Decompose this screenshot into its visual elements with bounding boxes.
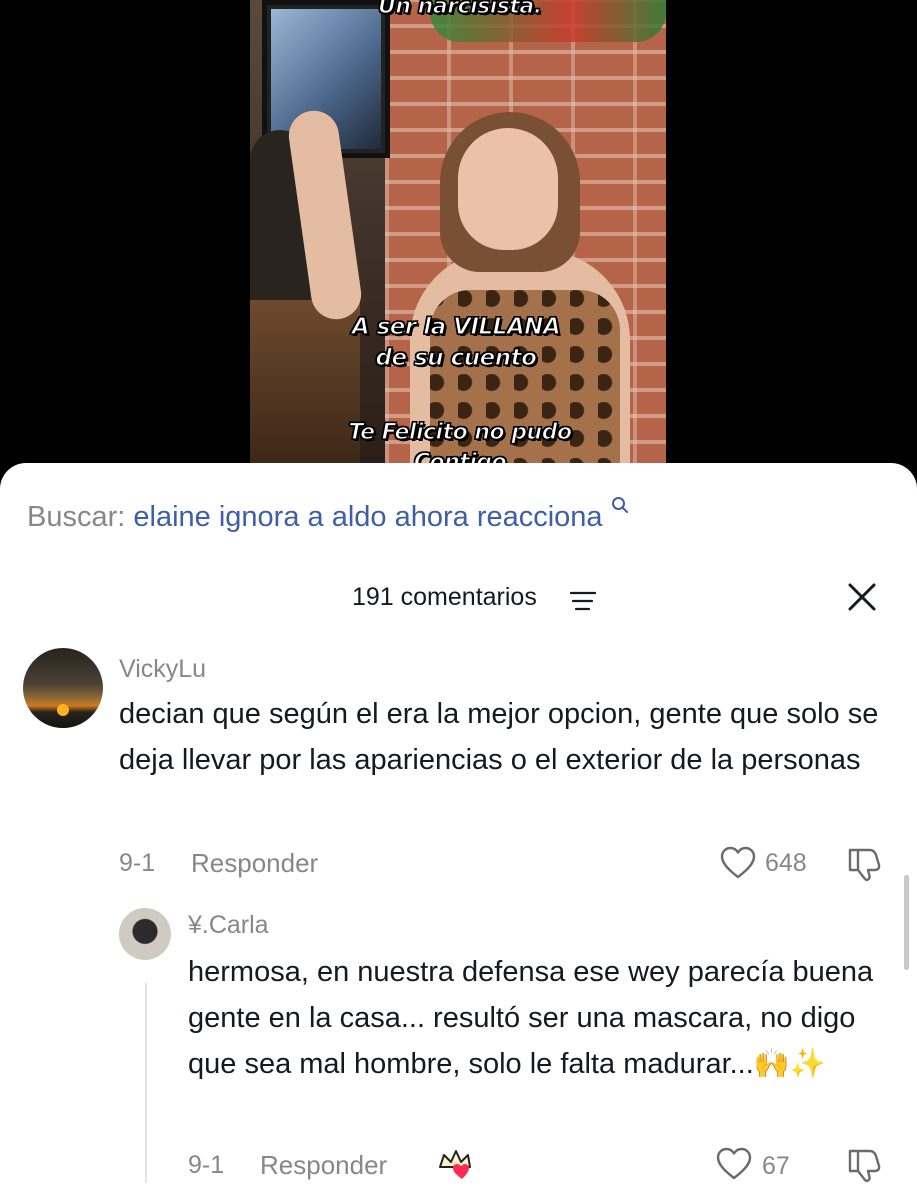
video-caption-middle-line2: de su cuento <box>375 344 538 371</box>
scrollbar[interactable] <box>904 875 909 970</box>
video-caption-middle-line1: A ser la VILLANA <box>351 313 561 340</box>
crown-heart-icon <box>436 1147 476 1188</box>
comment-date: 9-1 <box>119 849 156 877</box>
heart-icon[interactable] <box>720 846 756 885</box>
comment-text: hermosa, en nuestra defensa ese wey pare… <box>188 956 874 1080</box>
dislike-icon[interactable] <box>846 1147 882 1188</box>
comment-username[interactable]: ¥.Carla <box>188 911 269 940</box>
video-player[interactable]: Un narcisista. A ser la VILLANA de su cu… <box>0 0 917 476</box>
video-caption-middle: A ser la VILLANA de su cuento <box>350 312 562 374</box>
video-caption-top: Un narcisista. <box>377 0 542 20</box>
thread-line <box>145 983 147 1183</box>
like-count: 67 <box>762 1152 790 1180</box>
reply-button[interactable]: Responder <box>260 1150 387 1181</box>
search-query-link[interactable]: elaine ignora a aldo ahora reacciona <box>133 501 602 533</box>
comment-date: 9-1 <box>188 1151 225 1179</box>
video-caption-bottom-line1: Te Felicito no pudo <box>348 419 573 445</box>
dislike-icon[interactable] <box>846 846 882 887</box>
comments-header: 191 comentarios <box>0 581 917 621</box>
comment-text: decian que según el era la mejor opcion,… <box>119 698 879 776</box>
heart-icon[interactable] <box>716 1147 752 1186</box>
close-icon[interactable] <box>846 581 878 613</box>
search-prefix: Buscar: <box>27 501 126 533</box>
comments-sheet: Buscar: elaine ignora a aldo ahora reacc… <box>0 463 917 1200</box>
reply-button[interactable]: Responder <box>191 848 318 879</box>
video-frame <box>250 0 666 470</box>
singer-face <box>458 128 558 250</box>
sort-lines-icon[interactable] <box>569 591 597 611</box>
avatar[interactable] <box>119 908 171 960</box>
comment-username[interactable]: VickyLu <box>119 655 206 684</box>
comment-count-label: 191 comentarios <box>352 583 537 611</box>
like-count: 648 <box>765 849 807 877</box>
search-icon[interactable] <box>611 489 629 513</box>
search-suggestion[interactable]: Buscar: elaine ignora a aldo ahora reacc… <box>27 497 629 534</box>
avatar[interactable] <box>23 648 103 728</box>
